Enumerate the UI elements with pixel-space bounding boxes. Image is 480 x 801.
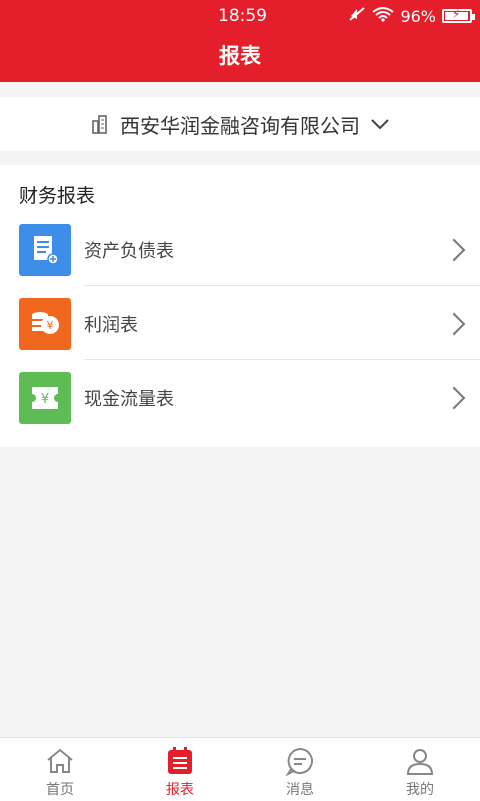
- document-icon: [19, 224, 71, 276]
- report-icon: [168, 747, 192, 774]
- tab-profile[interactable]: 我的: [360, 738, 480, 801]
- list-item-label: 资产负债表: [84, 241, 174, 262]
- divider: [84, 285, 480, 286]
- tab-report[interactable]: 报表: [120, 738, 240, 801]
- svg-text:¥: ¥: [47, 319, 54, 332]
- list-item-income-statement[interactable]: ¥ 利润表: [0, 288, 480, 360]
- tab-home[interactable]: 首页: [0, 738, 120, 801]
- chevron-right-icon: [442, 238, 466, 262]
- header-bar: 18:59 96% ⚡ 报表: [0, 0, 480, 82]
- tab-messages[interactable]: 消息: [240, 738, 360, 801]
- battery-icon: ⚡: [442, 7, 475, 23]
- list-item-label: 现金流量表: [84, 389, 174, 410]
- list-item-label: 利润表: [84, 315, 138, 336]
- chevron-right-icon: [442, 386, 466, 410]
- charging-bolt-icon: ⚡: [452, 7, 461, 21]
- status-icons: 96% ⚡: [348, 6, 475, 26]
- status-bar: 18:59 96% ⚡: [0, 0, 480, 32]
- company-selector[interactable]: 西安华润金融咨询有限公司: [0, 97, 480, 151]
- battery-percent: 96%: [400, 6, 436, 26]
- tab-label: 报表: [166, 782, 194, 798]
- list-item-cash-flow[interactable]: ¥ 现金流量表: [0, 362, 480, 434]
- tab-label: 我的: [406, 782, 434, 798]
- status-time: 18:59: [218, 6, 267, 26]
- list-item-balance-sheet[interactable]: 资产负债表: [0, 214, 480, 286]
- tab-label: 消息: [286, 782, 314, 798]
- section-title: 财务报表: [19, 185, 96, 207]
- chevron-right-icon: [442, 312, 466, 336]
- building-icon: [92, 115, 107, 134]
- coins-icon: ¥: [19, 298, 71, 350]
- svg-text:¥: ¥: [41, 392, 49, 407]
- home-icon: [47, 748, 73, 773]
- divider: [84, 359, 480, 360]
- company-name: 西安华润金融咨询有限公司: [120, 113, 360, 138]
- page-title: 报表: [219, 44, 261, 68]
- finance-reports-section: 财务报表 资产负债表 ¥ 利润表 ¥ 现金流量表: [0, 165, 480, 447]
- mute-icon: [348, 6, 366, 26]
- bottom-tab-bar: 首页 报表 消息 我的: [0, 737, 480, 801]
- wifi-icon: [372, 6, 395, 26]
- user-icon: [406, 749, 434, 775]
- cash-ticket-icon: ¥: [19, 372, 71, 424]
- message-icon: [285, 747, 313, 776]
- tab-label: 首页: [46, 782, 74, 798]
- chevron-down-icon: [371, 119, 389, 130]
